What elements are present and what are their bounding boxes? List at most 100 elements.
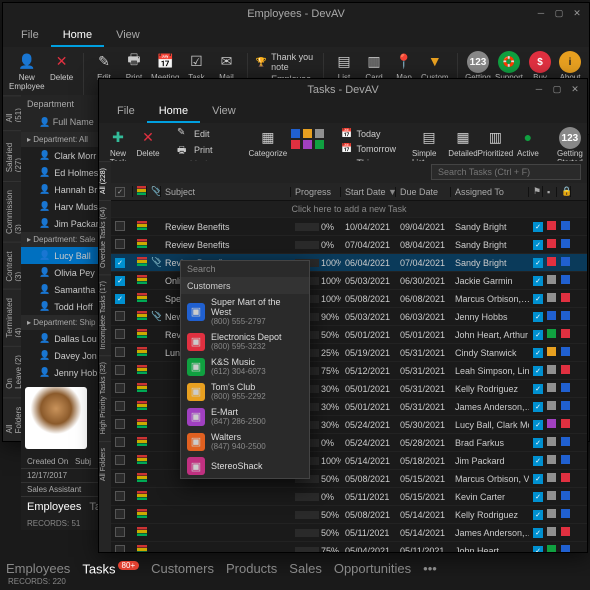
flag-checkbox[interactable]: ✓ (533, 294, 543, 304)
table-row[interactable]: Review Benefits0%10/04/202109/04/2021San… (111, 218, 587, 236)
sidebar-tab[interactable]: Salaried (27) (3, 130, 21, 180)
checkbox[interactable] (115, 491, 125, 501)
task-side-tab[interactable]: High Priority Tasks (32) (99, 355, 111, 440)
prioritized-button[interactable]: ▥Prioritized (480, 127, 511, 158)
qlink-thank[interactable]: 🏆Thank you note (256, 51, 315, 73)
checkbox[interactable] (115, 221, 125, 231)
maximize-icon[interactable]: ▢ (549, 82, 565, 96)
cat-gray[interactable] (315, 129, 324, 138)
sidebar-tab[interactable]: All (51) (3, 95, 21, 130)
minimize-icon[interactable]: ─ (533, 6, 549, 20)
checkbox[interactable] (115, 509, 125, 519)
bottom-tab-tasks[interactable]: Tasks80+ (82, 561, 139, 576)
sidebar-tab[interactable]: Contract (3) (3, 242, 21, 290)
tab-file[interactable]: File (105, 101, 147, 123)
checkbox[interactable]: ✓ (115, 294, 125, 304)
flag-checkbox[interactable]: ✓ (533, 438, 543, 448)
flag-checkbox[interactable]: ✓ (533, 312, 543, 322)
minimize-icon[interactable]: ─ (531, 82, 547, 96)
flag-checkbox[interactable]: ✓ (533, 402, 543, 412)
table-row[interactable]: 50%05/11/202105/14/2021James Anderson,…✓ (111, 524, 587, 542)
flag-checkbox[interactable]: ✓ (533, 258, 543, 268)
checkbox[interactable] (115, 239, 125, 249)
checkbox[interactable] (115, 527, 125, 537)
tab-view[interactable]: View (104, 25, 152, 47)
col-cat2[interactable]: 🔒 (557, 186, 571, 197)
checkbox[interactable]: ✓ (115, 258, 125, 268)
tab-home[interactable]: Home (51, 25, 104, 47)
close-icon[interactable]: ✕ (567, 82, 583, 96)
flag-checkbox[interactable]: ✓ (533, 492, 543, 502)
checkbox[interactable] (115, 383, 125, 393)
task-side-tab[interactable]: Overdue Tasks (64) (99, 200, 111, 274)
col-cat1[interactable]: ▪ (543, 187, 557, 197)
bottom-tab-products[interactable]: Products (226, 561, 277, 576)
task-side-tab[interactable]: All Folders (99, 441, 111, 487)
bottom-tab-employees[interactable]: Employees (6, 561, 70, 576)
col-subject[interactable]: Subject (161, 187, 291, 197)
bottom-tab-customers[interactable]: Customers (151, 561, 214, 576)
checkbox[interactable] (115, 455, 125, 465)
sidebar-tab[interactable]: Commission (3) (3, 181, 21, 242)
flag-checkbox[interactable]: ✓ (533, 546, 543, 552)
flag-checkbox[interactable]: ✓ (533, 240, 543, 250)
folder-employees[interactable]: Employees (27, 501, 81, 513)
cat-red[interactable] (291, 140, 300, 149)
today-button[interactable]: 📅Today (341, 127, 396, 140)
checkbox[interactable] (115, 347, 125, 357)
flag-checkbox[interactable]: ✓ (533, 420, 543, 430)
cat-green[interactable] (315, 140, 324, 149)
task-side-tab[interactable]: All (228) (99, 161, 111, 200)
checkbox[interactable] (115, 437, 125, 447)
sidebar-tab[interactable]: On Leave (2) (3, 346, 21, 397)
edit-icon[interactable]: ✎ (177, 127, 191, 141)
checkbox[interactable] (115, 311, 125, 321)
task-side-tab[interactable]: Incomplete Tasks (17) (99, 274, 111, 355)
flag-checkbox[interactable]: ✓ (533, 330, 543, 340)
flag-checkbox[interactable]: ✓ (533, 366, 543, 376)
popup-item[interactable]: ▣ E-Mart (847) 286-2500 (181, 404, 309, 429)
col-assigned[interactable]: Assigned To (451, 187, 529, 197)
popup-item[interactable]: ▣ Electronics Depot (800) 595-3232 (181, 329, 309, 354)
delete-task-button[interactable]: ✕Delete (135, 127, 161, 158)
flag-checkbox[interactable]: ✓ (533, 474, 543, 484)
flag-checkbox[interactable]: ✓ (533, 528, 543, 538)
new-task-row[interactable]: Click here to add a new Task (111, 201, 587, 218)
checkbox[interactable]: ✓ (115, 276, 125, 286)
table-row[interactable]: 50%05/08/202105/14/2021Kelly Rodriguez✓ (111, 506, 587, 524)
tab-view[interactable]: View (200, 101, 248, 123)
tab-file[interactable]: File (9, 25, 51, 47)
sidebar-tab[interactable]: Terminated (4) (3, 289, 21, 346)
popup-search[interactable]: Search (181, 261, 309, 278)
active-button[interactable]: ●Active (515, 127, 541, 158)
more-icon[interactable]: ••• (423, 561, 437, 576)
close-icon[interactable]: ✕ (569, 6, 585, 20)
tab-home[interactable]: Home (147, 101, 200, 123)
tomorrow-button[interactable]: 📅Tomorrow (341, 142, 396, 155)
checkbox[interactable] (115, 329, 125, 339)
popup-item[interactable]: ▣ Tom's Club (800) 955-2292 (181, 379, 309, 404)
checkbox[interactable] (115, 545, 125, 553)
col-attachment-icon[interactable]: 📎 (147, 186, 161, 197)
flag-checkbox[interactable]: ✓ (533, 222, 543, 232)
categorize-button[interactable]: ▦Categorize (249, 127, 288, 158)
cat-yellow[interactable] (303, 129, 312, 138)
sidebar-tab[interactable]: All Folders (3, 397, 21, 441)
flag-checkbox[interactable]: ✓ (533, 348, 543, 358)
col-flag-icon[interactable]: ⚑ (529, 186, 543, 197)
cat-blue[interactable] (291, 129, 300, 138)
search-input[interactable] (431, 164, 581, 180)
checkbox[interactable] (115, 419, 125, 429)
flag-checkbox[interactable]: ✓ (533, 456, 543, 466)
bottom-tab-opportunities[interactable]: Opportunities (334, 561, 411, 576)
col-due[interactable]: Due Date (396, 187, 451, 197)
flag-checkbox[interactable]: ✓ (533, 276, 543, 286)
delete-button[interactable]: ✕Delete (49, 51, 75, 82)
flag-checkbox[interactable]: ✓ (533, 510, 543, 520)
table-row[interactable]: Review Benefits0%07/04/202108/04/2021San… (111, 236, 587, 254)
col-priority-icon[interactable] (133, 186, 147, 197)
col-check[interactable]: ✓ (111, 186, 133, 197)
flag-checkbox[interactable]: ✓ (533, 384, 543, 394)
checkbox[interactable] (115, 401, 125, 411)
col-start[interactable]: Start Date ▼ (341, 187, 396, 197)
